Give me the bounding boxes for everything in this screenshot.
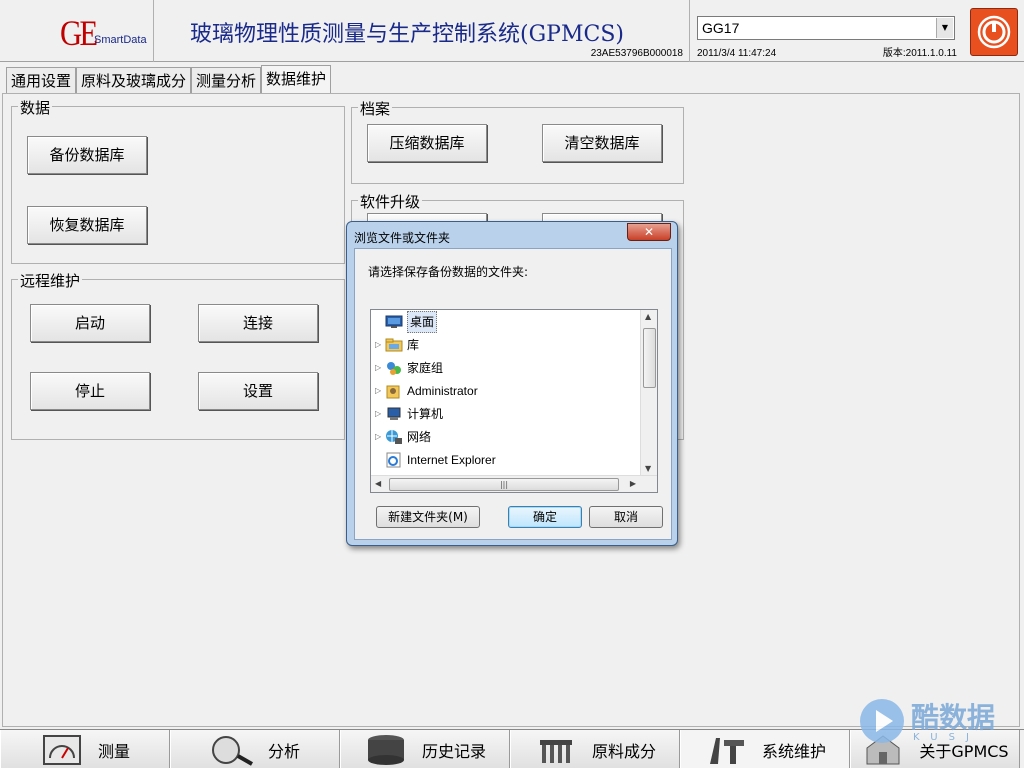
horizontal-scrollbar[interactable]: ◀ ||| ▶	[371, 475, 657, 492]
nav-label: 分析	[267, 741, 300, 761]
logo-mark: GE	[60, 13, 98, 53]
watermark-subtext: KUSJ	[913, 732, 980, 743]
chevron-down-icon[interactable]: ▼	[936, 18, 953, 38]
nav-ingredients[interactable]: 原料成分	[510, 730, 680, 768]
dialog-prompt: 请选择保存备份数据的文件夹:	[368, 265, 529, 279]
title-area: 玻璃物理性质测量与生产控制系统(GPMCS) 23AE53796B000018	[155, 0, 690, 62]
watermark-logo-icon	[860, 699, 904, 743]
nav-label: 原料成分	[591, 741, 656, 761]
power-button[interactable]	[970, 8, 1018, 56]
vertical-scrollbar[interactable]: ▲ ▼	[640, 310, 657, 475]
group-data: 数据 备份数据库 恢复数据库	[11, 97, 345, 264]
library-icon	[385, 338, 403, 352]
expand-arrow-icon[interactable]: ▷	[375, 381, 385, 401]
tree-item-label: 网络	[407, 430, 432, 444]
nav-measure[interactable]: 测量	[0, 730, 170, 768]
close-icon[interactable]: ✕	[627, 223, 671, 241]
gauge-icon	[42, 734, 81, 765]
tab-data-maintenance[interactable]: 数据维护	[261, 65, 332, 93]
clear-db-button[interactable]: 清空数据库	[542, 124, 662, 162]
desktop-icon	[385, 315, 403, 328]
magnifier-icon	[211, 735, 253, 766]
browse-folder-dialog: 浏览文件或文件夹 ✕ 请选择保存备份数据的文件夹: 桌面 ▷ 库 ▷ 家庭组 ▷	[346, 221, 678, 546]
tree-item-label: 计算机	[407, 407, 444, 421]
tab-measurement-analysis[interactable]: 测量分析	[191, 67, 262, 93]
app-title: 玻璃物理性质测量与生产控制系统(GPMCS)	[190, 22, 624, 47]
tab-materials[interactable]: 原料及玻璃成分	[76, 67, 192, 93]
tab-bar: 通用设置 原料及玻璃成分 测量分析 数据维护	[6, 65, 332, 93]
tree-item-label: 家庭组	[407, 361, 444, 375]
remote-settings-button[interactable]: 设置	[198, 372, 318, 410]
nav-label: 历史记录	[421, 741, 486, 761]
ingredients-icon	[539, 739, 572, 763]
group-remote: 远程维护 启动 连接 停止 设置	[11, 270, 345, 440]
tree-item-label: 桌面	[407, 311, 438, 333]
expand-arrow-icon[interactable]: ▷	[375, 335, 385, 355]
expand-arrow-icon[interactable]: ▷	[375, 358, 385, 378]
scroll-thumb[interactable]	[643, 328, 656, 388]
restore-db-button[interactable]: 恢复数据库	[27, 206, 147, 244]
nav-history[interactable]: 历史记录	[340, 730, 510, 768]
serial-number: 23AE53796B000018	[590, 48, 683, 59]
logo: GE SmartData	[0, 0, 154, 62]
group-upgrade-title: 软件升级	[358, 191, 423, 212]
folder-tree[interactable]: 桌面 ▷ 库 ▷ 家庭组 ▷ Administrator ▷ 计算机 ▷ 网络 …	[370, 309, 658, 493]
watermark-text: 酷数据	[911, 701, 996, 734]
database-icon	[367, 734, 404, 765]
power-icon	[977, 15, 1011, 49]
tree-item-administrator[interactable]: ▷ Administrator	[375, 381, 478, 401]
user-folder-icon	[386, 385, 400, 399]
tree-item-desktop[interactable]: 桌面	[375, 311, 438, 333]
dialog-title: 浏览文件或文件夹	[354, 231, 451, 245]
new-folder-button[interactable]: 新建文件夹(M)	[376, 506, 480, 528]
scroll-up-icon[interactable]: ▲	[645, 312, 651, 321]
ok-button[interactable]: 确定	[508, 506, 582, 528]
scroll-right-icon[interactable]: ▶	[630, 479, 636, 488]
expand-arrow-icon[interactable]: ▷	[375, 427, 385, 447]
tree-item-library[interactable]: ▷ 库	[375, 335, 419, 355]
backup-db-button[interactable]: 备份数据库	[27, 136, 147, 174]
product-combo-value: GG17	[702, 20, 740, 36]
remote-start-button[interactable]: 启动	[30, 304, 150, 342]
group-archive: 档案 压缩数据库 清空数据库	[351, 98, 684, 184]
tools-icon	[709, 737, 744, 764]
network-icon	[386, 430, 402, 444]
watermark: 酷数据 KUSJ	[857, 692, 1007, 750]
tree-item-label: Administrator	[407, 384, 478, 398]
compress-db-button[interactable]: 压缩数据库	[367, 124, 487, 162]
tree-item-internet-explorer[interactable]: Internet Explorer	[375, 450, 496, 470]
tree-item-computer[interactable]: ▷ 计算机	[375, 404, 443, 424]
tree-item-label: 库	[407, 338, 420, 352]
homegroup-icon	[387, 362, 401, 375]
ie-icon	[386, 452, 401, 468]
tree-item-homegroup[interactable]: ▷ 家庭组	[375, 358, 443, 378]
group-remote-title: 远程维护	[18, 270, 83, 291]
scroll-thumb[interactable]: |||	[389, 478, 619, 491]
dialog-body: 请选择保存备份数据的文件夹: 桌面 ▷ 库 ▷ 家庭组 ▷ Administra…	[354, 248, 672, 540]
tree-item-network[interactable]: ▷ 网络	[375, 427, 431, 447]
nav-analysis[interactable]: 分析	[170, 730, 340, 768]
remote-connect-button[interactable]: 连接	[198, 304, 318, 342]
scroll-down-icon[interactable]: ▼	[645, 464, 651, 473]
version-label: 版本:2011.1.0.11	[882, 48, 957, 59]
tab-general-settings[interactable]: 通用设置	[6, 67, 77, 93]
info-area: GG17 ▼ 2011/3/4 11:47:24 版本:2011.1.0.11	[691, 0, 965, 62]
computer-icon	[387, 407, 401, 420]
nav-system-maintenance[interactable]: 系统维护	[680, 730, 850, 768]
group-archive-title: 档案	[358, 98, 393, 119]
scroll-left-icon[interactable]: ◀	[375, 479, 381, 488]
nav-label: 测量	[97, 741, 130, 761]
tree-item-label: Internet Explorer	[407, 453, 496, 467]
product-combo[interactable]: GG17 ▼	[697, 16, 955, 40]
app-header: GE SmartData 玻璃物理性质测量与生产控制系统(GPMCS) 23AE…	[0, 0, 1024, 62]
logo-subtitle: SmartData	[94, 34, 147, 46]
remote-stop-button[interactable]: 停止	[30, 372, 150, 410]
group-data-title: 数据	[18, 97, 53, 118]
expand-arrow-icon[interactable]: ▷	[375, 404, 385, 424]
cancel-button[interactable]: 取消	[589, 506, 663, 528]
datetime: 2011/3/4 11:47:24	[697, 48, 777, 59]
nav-label: 系统维护	[761, 741, 826, 761]
